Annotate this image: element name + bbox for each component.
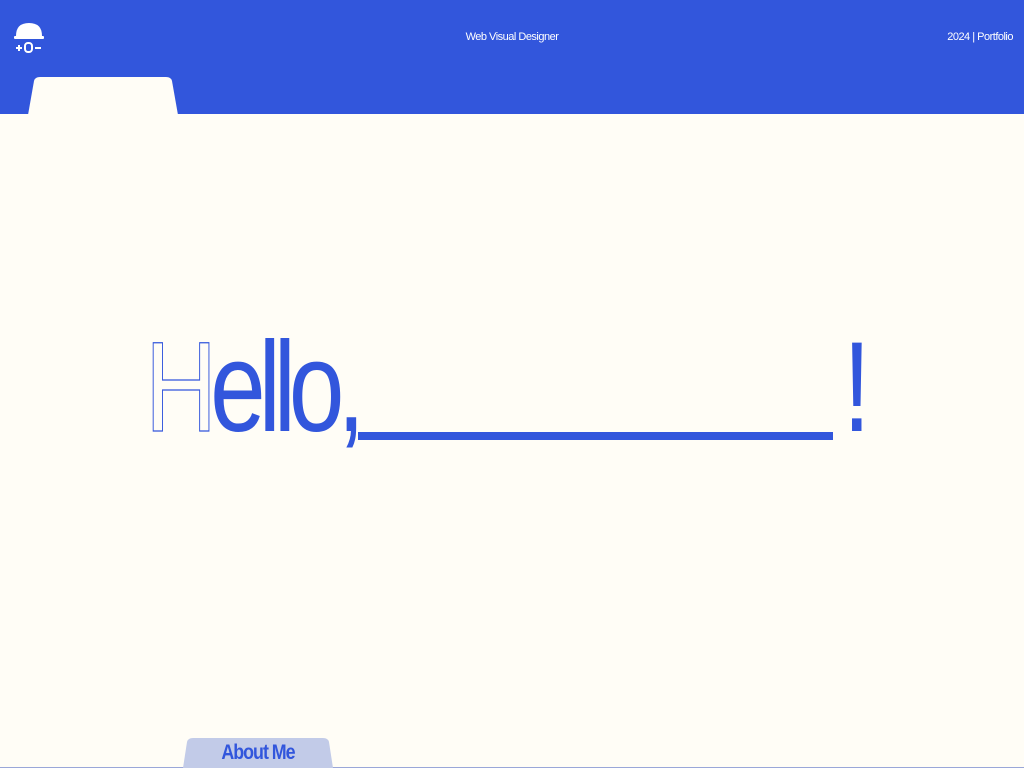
hero-hello-text: Hello, [145, 316, 366, 459]
header-title: Web Visual Designer [465, 31, 559, 43]
portfolio-page: Web Visual Designer 2024 | Portfolio Hel… [0, 0, 1024, 768]
folder-tab-top [28, 77, 178, 115]
about-me-tab[interactable]: About Me [183, 738, 333, 768]
hero-greeting: Hello, ! [145, 316, 875, 459]
about-me-tab-label: About Me [221, 741, 295, 764]
hero-blank-underline [358, 432, 833, 440]
header-year-portfolio: 2024 | Portfolio [947, 31, 1013, 43]
hero-exclamation: ! [843, 316, 871, 459]
hero-outlined-letter: H [145, 316, 218, 459]
header-bar: Web Visual Designer 2024 | Portfolio [0, 0, 1024, 115]
hero-hello-rest: ello, [210, 316, 365, 459]
